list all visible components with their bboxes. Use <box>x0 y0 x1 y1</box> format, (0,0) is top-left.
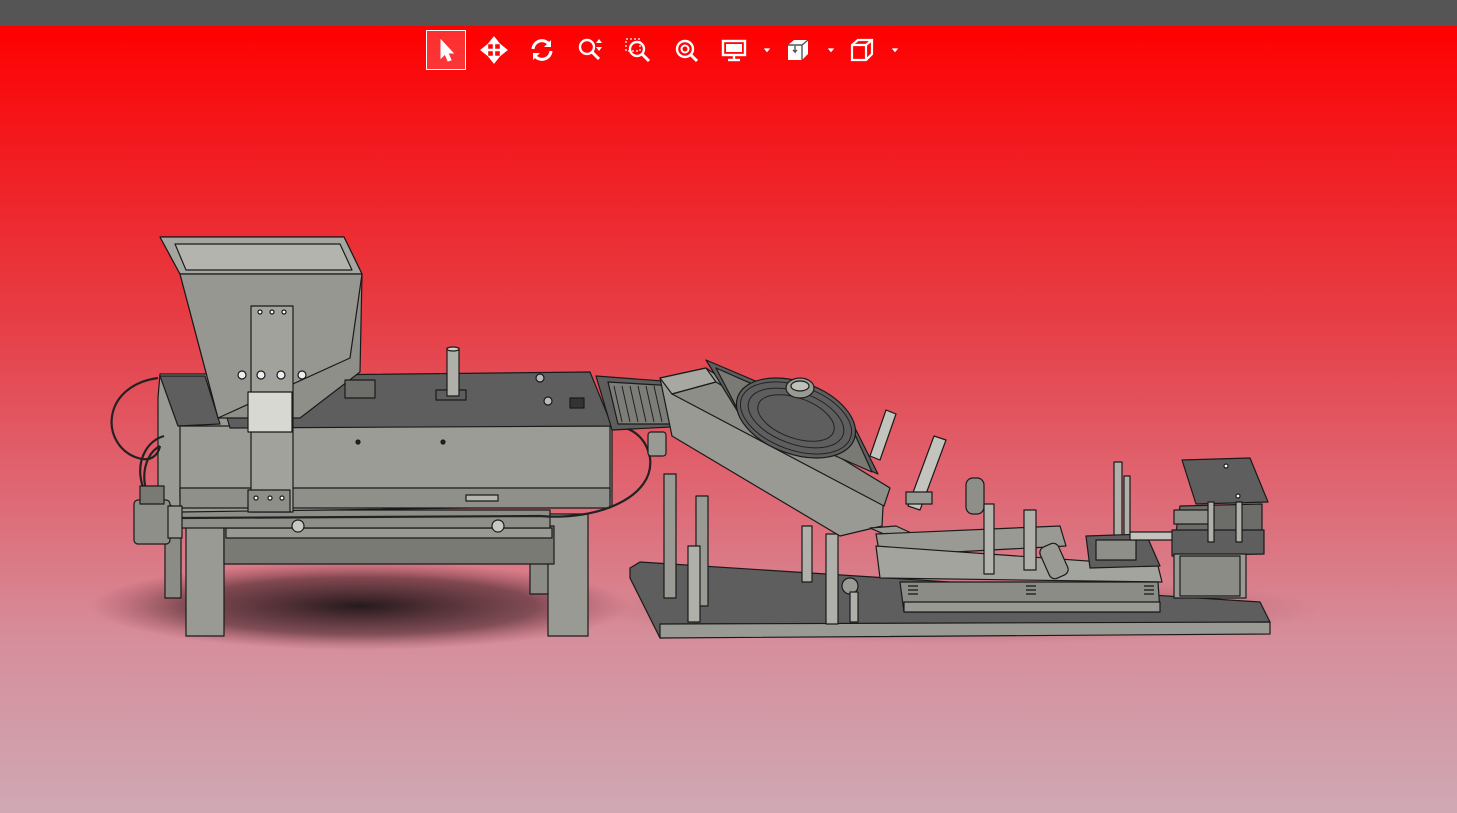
3d-viewport[interactable] <box>0 26 1457 813</box>
machine-3d-model[interactable] <box>0 26 1457 813</box>
window-title-bar <box>0 0 1457 26</box>
